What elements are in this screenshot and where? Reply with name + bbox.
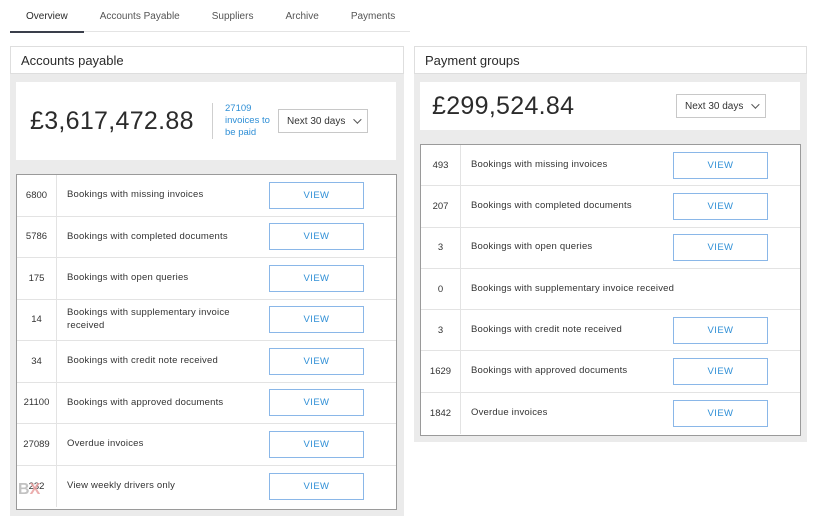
period-select-value: Next 30 days (287, 115, 346, 127)
brand-logo-watermark: BX (18, 481, 41, 498)
row-label: Bookings with missing invoices (67, 189, 204, 200)
view-button[interactable]: VIEW (673, 151, 768, 179)
row-label: Bookings with open queries (471, 241, 593, 253)
row-label: Bookings with supplementary invoice rece… (471, 282, 675, 294)
payment-groups-period-select[interactable]: Next 30 days (676, 94, 767, 118)
chevron-down-icon (751, 100, 761, 109)
row-count: 34 (17, 341, 57, 382)
invoices-to-be-paid-link[interactable]: 27109 invoices to be paid (212, 103, 272, 139)
chevron-down-icon (353, 115, 363, 124)
view-button[interactable]: VIEW (673, 358, 768, 386)
row-count: 175 (17, 258, 57, 299)
view-button[interactable]: VIEW (269, 306, 364, 334)
row-count: 6800 (17, 175, 57, 216)
view-button[interactable]: VIEW (269, 264, 364, 292)
tab-overview[interactable]: Overview (10, 0, 84, 33)
accounts-payable-title: Accounts payable (21, 52, 124, 68)
list-item: 27089 Overdue invoices VIEW (17, 424, 396, 466)
tab-accounts-payable[interactable]: Accounts Payable (84, 0, 196, 32)
view-button[interactable]: VIEW (269, 181, 364, 209)
row-count: 14 (17, 299, 57, 340)
row-label: Overdue invoices (471, 407, 548, 419)
list-item: 493 Bookings with missing invoices VIEW (421, 145, 800, 187)
view-button[interactable]: VIEW (269, 472, 364, 500)
tab-payments[interactable]: Payments (335, 0, 411, 32)
tab-suppliers[interactable]: Suppliers (196, 0, 270, 32)
row-count: 3 (421, 310, 461, 351)
list-item: 207 Bookings with completed documents VIEW (421, 186, 800, 228)
payment-groups-panel: Payment groups £299,524.84 Next 30 days … (414, 46, 807, 442)
row-label: Bookings with credit note received (471, 324, 622, 336)
payment-groups-summary: £299,524.84 Next 30 days (420, 82, 800, 130)
list-item: 3 Bookings with open queries VIEW (421, 227, 800, 269)
payment-groups-amount: £299,524.84 (432, 91, 575, 120)
view-button[interactable]: VIEW (673, 316, 768, 344)
payment-groups-list: 493 Bookings with missing invoices VIEW 207… (420, 144, 801, 436)
row-label: Bookings with approved documents (471, 365, 628, 377)
list-item: 1629 Bookings with approved documents VIEW (421, 351, 800, 393)
row-label: View weekly drivers only (67, 480, 176, 491)
payment-groups-header: Payment groups (414, 46, 807, 74)
list-item: 5786 Bookings with completed documents VIE… (17, 216, 396, 258)
row-label: Bookings with supplementary invoice rece… (67, 307, 230, 331)
row-count: 27089 (17, 424, 57, 465)
view-button[interactable]: VIEW (673, 192, 768, 220)
list-item: 0 Bookings with supplementary invoice rec… (421, 268, 800, 311)
row-label: Bookings with open queries (67, 272, 189, 283)
row-count: 21100 (17, 382, 57, 423)
view-button[interactable]: VIEW (269, 347, 364, 375)
row-count: 1842 (421, 392, 461, 435)
accounts-payable-list: 6800 Bookings with missing invoices VIEW 57… (16, 174, 397, 510)
payment-groups-title: Payment groups (425, 52, 520, 68)
view-button[interactable]: VIEW (673, 234, 768, 262)
list-item: 175 Bookings with open queries VIEW (17, 258, 396, 300)
row-count: 207 (421, 186, 461, 227)
row-label: Bookings with credit note received (67, 355, 218, 366)
view-button[interactable]: VIEW (269, 430, 364, 458)
row-label: Bookings with completed documents (67, 230, 228, 242)
row-label: Bookings with approved documents (67, 396, 224, 408)
view-button[interactable]: VIEW (269, 389, 364, 417)
top-tabs: Overview Accounts Payable Suppliers Arch… (10, 0, 411, 33)
accounts-payable-amount: £3,617,472.88 (30, 106, 194, 135)
view-button[interactable]: VIEW (673, 399, 768, 427)
row-count: 3 (421, 227, 461, 268)
row-label: Overdue invoices (67, 438, 144, 449)
list-item: 3 Bookings with credit note received VIEW (421, 310, 800, 352)
row-count: 1629 (421, 351, 461, 392)
row-label: Bookings with missing invoices (471, 158, 608, 170)
accounts-payable-header: Accounts payable (10, 46, 404, 74)
view-button[interactable]: VIEW (269, 223, 364, 251)
row-label: Bookings with completed documents (471, 200, 632, 212)
list-item: 14 Bookings with supplementary invoice re… (17, 299, 396, 341)
list-item: 34 Bookings with credit note received VIEW (17, 341, 396, 383)
row-count: 5786 (17, 216, 57, 257)
list-item: 232 View weekly drivers only VIEW (17, 465, 396, 507)
accounts-payable-panel: Accounts payable £3,617,472.88 27109 inv… (10, 46, 404, 516)
row-count: 0 (421, 268, 461, 310)
tab-archive[interactable]: Archive (269, 0, 334, 32)
row-count: 493 (421, 145, 461, 186)
period-select-value: Next 30 days (685, 100, 744, 112)
accounts-payable-summary: £3,617,472.88 27109 invoices to be paid … (16, 82, 396, 160)
list-item: 1842 Overdue invoices VIEW (421, 392, 800, 435)
list-item: 6800 Bookings with missing invoices VIEW (17, 175, 396, 217)
period-select[interactable]: Next 30 days (278, 109, 369, 133)
list-item: 21100 Bookings with approved documents VIE… (17, 382, 396, 424)
